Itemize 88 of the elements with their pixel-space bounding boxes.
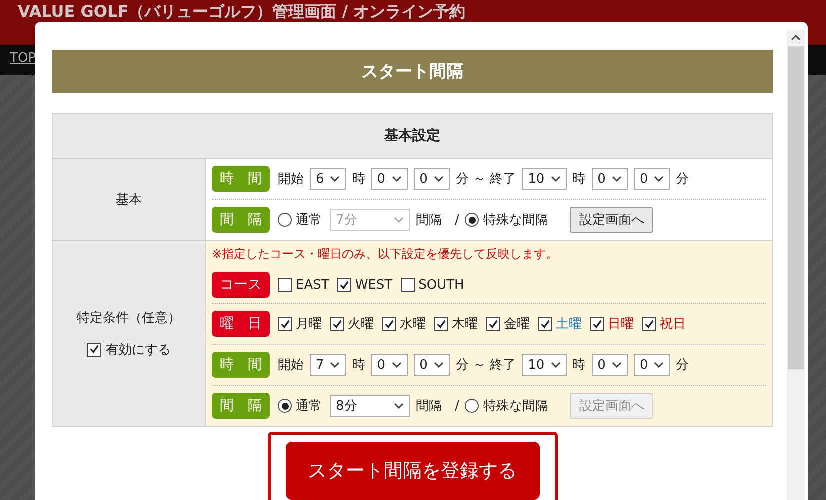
- select-field[interactable]: 7: [310, 354, 346, 376]
- select-field[interactable]: 8分: [330, 395, 410, 417]
- caret-icon: [612, 176, 622, 182]
- select-field[interactable]: 0: [371, 354, 408, 376]
- row-tag: 時 間: [212, 352, 270, 378]
- checkbox[interactable]: [330, 317, 344, 331]
- checkbox-label: 月曜: [296, 316, 322, 333]
- checkbox-label: WEST: [355, 278, 393, 292]
- row-label: 特定条件（任意）: [77, 310, 181, 326]
- caret-icon: [330, 362, 340, 368]
- caret-icon: [434, 176, 444, 182]
- checkbox-label: 金曜: [504, 316, 530, 333]
- checkbox[interactable]: [337, 278, 352, 292]
- modal-title: スタート間隔: [52, 50, 773, 93]
- field-label: 分 ～ 終了: [456, 357, 516, 374]
- page-title: VALUE GOLF（バリューゴルフ）管理画面 / オンライン予約: [18, 2, 466, 21]
- select-field[interactable]: 0: [371, 168, 408, 190]
- radio-button[interactable]: [465, 399, 480, 413]
- checkbox[interactable]: [642, 317, 656, 331]
- checkbox[interactable]: [278, 278, 292, 292]
- caret-icon: [392, 362, 402, 368]
- radio-label: 特殊な間隔: [483, 398, 548, 415]
- field-label: 時: [352, 171, 366, 188]
- radio-button[interactable]: [465, 213, 480, 227]
- select-field[interactable]: 0: [592, 168, 628, 190]
- checkbox-label: 有効にする: [106, 342, 171, 358]
- register-button[interactable]: スタート間隔を登録する: [286, 442, 540, 500]
- checkbox-label: SOUTH: [418, 278, 464, 292]
- caret-icon: [394, 403, 404, 409]
- radio-label: 通常: [296, 398, 322, 415]
- caret-icon: [394, 217, 404, 223]
- scroll-up-icon[interactable]: [791, 35, 801, 41]
- select-field[interactable]: 0: [414, 354, 450, 376]
- caret-icon: [434, 362, 444, 368]
- field-label: 間隔 /: [416, 398, 460, 415]
- notice-text: ※指定したコース・曜日のみ、以下設定を優先して反映します。: [212, 246, 558, 262]
- radio-label: 特殊な間隔: [483, 212, 548, 229]
- checkbox-label: 土曜: [556, 316, 582, 333]
- checkbox[interactable]: [382, 317, 396, 331]
- select-field[interactable]: 6: [310, 168, 346, 190]
- radio-button[interactable]: [278, 213, 292, 227]
- field-label: 間隔 /: [416, 212, 460, 229]
- caret-icon: [392, 176, 402, 182]
- row-tag: コース: [212, 272, 270, 298]
- caret-icon: [330, 176, 340, 182]
- field-label: 分: [676, 171, 690, 188]
- row-tag: 間 隔: [212, 393, 270, 419]
- field-label: 時: [572, 357, 586, 374]
- checkbox[interactable]: [486, 317, 500, 331]
- checkbox[interactable]: [434, 317, 448, 331]
- select-field[interactable]: 0: [592, 354, 628, 376]
- radio-button[interactable]: [278, 399, 292, 413]
- top-link[interactable]: TOP: [10, 51, 36, 66]
- select-field[interactable]: 0: [634, 168, 670, 190]
- checkbox[interactable]: [278, 317, 292, 331]
- checkbox-label: 木曜: [452, 316, 478, 333]
- field-label: 時: [352, 357, 366, 374]
- row-tag: 間 隔: [212, 207, 270, 233]
- scrollbar[interactable]: [787, 30, 805, 500]
- caret-icon: [654, 362, 664, 368]
- settings-button[interactable]: 設定画面へ: [570, 207, 654, 233]
- row-label: 基本: [116, 192, 142, 208]
- checkbox-label: 火曜: [348, 316, 374, 333]
- caret-icon: [550, 176, 561, 182]
- checkbox-label: 水曜: [400, 316, 426, 333]
- select-field[interactable]: 0: [634, 354, 670, 376]
- checkbox-label: 祝日: [660, 316, 686, 333]
- field-label: 分 ～ 終了: [456, 171, 516, 188]
- checkbox-label: EAST: [296, 278, 330, 292]
- select-field[interactable]: 10: [522, 168, 567, 190]
- checkbox[interactable]: [87, 342, 101, 356]
- row-tag: 時 間: [212, 166, 270, 192]
- select-field[interactable]: 0: [414, 168, 450, 190]
- checkbox[interactable]: [538, 317, 552, 331]
- table-heading: 基本設定: [52, 114, 772, 158]
- radio-label: 通常: [296, 212, 322, 229]
- field-label: 開始: [278, 171, 304, 188]
- checkbox-label: 日曜: [608, 316, 634, 333]
- checkbox[interactable]: [400, 278, 415, 292]
- field-label: 時: [572, 171, 586, 188]
- select-field[interactable]: 10: [522, 354, 567, 376]
- field-label: 分: [676, 357, 690, 374]
- caret-icon: [550, 362, 561, 368]
- caret-icon: [612, 362, 622, 368]
- caret-icon: [654, 176, 664, 182]
- field-label: 開始: [278, 357, 304, 374]
- row-tag: 曜 日: [212, 311, 270, 337]
- checkbox[interactable]: [590, 317, 604, 331]
